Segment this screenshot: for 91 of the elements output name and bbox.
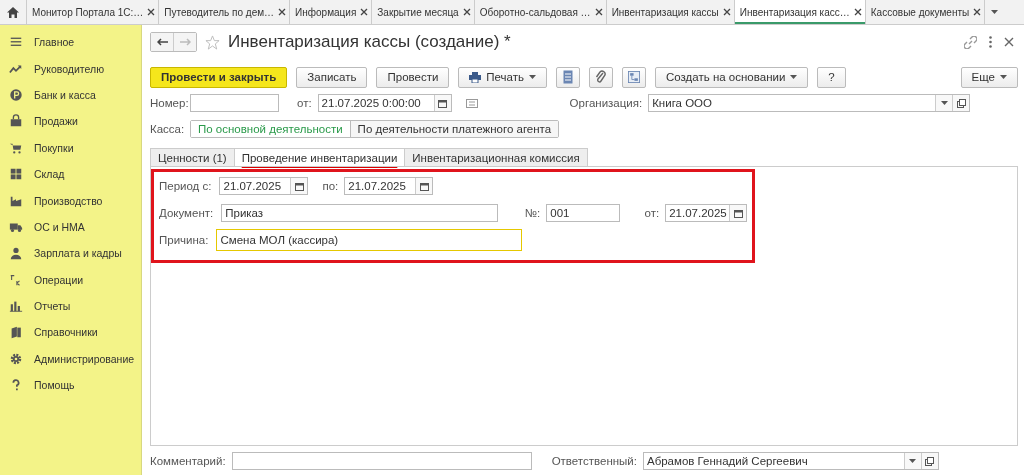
sidebar-item[interactable]: Склад: [0, 160, 141, 188]
print-button[interactable]: Печать: [458, 66, 548, 88]
input-field[interactable]: [190, 94, 279, 112]
field-label: по:: [322, 180, 339, 192]
back-arrow-icon: [156, 38, 168, 46]
close-icon[interactable]: [360, 8, 369, 16]
icon-button[interactable]: [622, 66, 647, 88]
paperclip-icon: [595, 70, 608, 84]
close-icon[interactable]: [147, 8, 156, 16]
sidebar-item[interactable]: Руководителю: [0, 55, 141, 82]
printer-icon: [469, 71, 482, 83]
sidebar-item[interactable]: Отчеты: [0, 292, 141, 320]
document-icon[interactable]: [465, 98, 478, 108]
field-label: от:: [297, 97, 312, 109]
icon-button[interactable]: [589, 66, 614, 88]
field-label: Причина:: [159, 234, 210, 246]
form-tab[interactable]: Проведение инвентаризации: [233, 148, 406, 166]
field-label: Касса:: [150, 123, 184, 135]
date-field[interactable]: 21.07.2025: [219, 177, 309, 195]
sidebar-item[interactable]: Покупки: [0, 134, 141, 161]
date-field[interactable]: 21.07.2025 0:00:00: [317, 94, 452, 112]
responsible-field[interactable]: Абрамов Геннадий Сергеевич: [642, 452, 939, 470]
books-icon: [9, 325, 23, 340]
input-field[interactable]: Смена МОЛ (кассира): [216, 229, 523, 251]
toolbar-button[interactable]: Записать: [296, 66, 368, 88]
caret-icon: [909, 459, 917, 463]
calendar-icon: [733, 208, 743, 218]
sidebar-item[interactable]: Продажи: [0, 108, 141, 135]
form-tab[interactable]: Инвентаризационная комиссия: [404, 148, 588, 166]
bars-icon: [9, 299, 23, 314]
open-icon: [925, 456, 935, 466]
sidebar-item[interactable]: ОС и НМА: [0, 213, 141, 241]
sidebar-item[interactable]: Банк и касса: [0, 81, 141, 109]
caret-icon: [1000, 75, 1007, 79]
more-button[interactable]: Еще: [960, 66, 1018, 88]
close-icon[interactable]: [462, 8, 471, 16]
home-icon[interactable]: [7, 6, 19, 18]
field-label: Ответственный:: [551, 455, 637, 467]
sidebar-item[interactable]: Справочники: [0, 319, 141, 346]
document-icon: [563, 70, 574, 84]
close-icon[interactable]: [853, 8, 862, 16]
close-icon[interactable]: [278, 8, 287, 16]
cashbox-option[interactable]: По деятельности платежного агента: [349, 121, 559, 137]
form-title: Инвентаризация кассы (создание) *: [228, 32, 512, 52]
grid-icon: [9, 167, 23, 182]
input-field[interactable]: [231, 452, 532, 470]
input-field[interactable]: Приказ: [221, 204, 499, 222]
input-field[interactable]: 001: [546, 204, 620, 222]
gear-icon: [9, 351, 23, 366]
more-icon[interactable]: [989, 36, 992, 48]
close-icon[interactable]: [722, 8, 731, 16]
close-icon[interactable]: [594, 8, 603, 16]
sidebar-item[interactable]: Производство: [0, 187, 141, 214]
link-icon[interactable]: [964, 35, 977, 49]
open-icon: [956, 98, 966, 108]
coin-icon: [9, 87, 23, 102]
structure-icon: [628, 70, 641, 84]
sidebar-item[interactable]: Операции: [0, 266, 141, 293]
post-close-button[interactable]: Провести и закрыть: [150, 66, 288, 88]
toolbar-button[interactable]: ?: [817, 66, 846, 88]
close-icon[interactable]: [973, 8, 982, 16]
sidebar-item[interactable]: Администрирование: [0, 345, 141, 373]
date-field[interactable]: 21.07.2025: [344, 177, 434, 195]
icon-button[interactable]: [556, 66, 581, 88]
toolbar-button[interactable]: Провести: [376, 66, 450, 88]
field-label: от:: [644, 207, 660, 219]
person-icon: [9, 246, 23, 261]
calendar-icon: [295, 181, 304, 191]
close-icon[interactable]: [1004, 37, 1014, 47]
field-label: Документ:: [159, 207, 215, 219]
caret-icon: [529, 75, 537, 79]
field-label: Период с:: [159, 180, 213, 192]
sidebar-item[interactable]: Зарплата и кадры: [0, 240, 141, 267]
organization-field[interactable]: Книга ООО: [648, 94, 971, 112]
back-button[interactable]: [151, 33, 173, 51]
star-icon[interactable]: [205, 34, 220, 50]
caret-icon: [790, 75, 798, 79]
calendar-icon: [419, 181, 429, 191]
caret-icon: [940, 101, 948, 105]
field-label: Организация:: [569, 97, 643, 109]
sidebar-item[interactable]: Помощь: [0, 372, 141, 399]
form-tab[interactable]: Ценности (1): [150, 148, 235, 166]
calendar-icon: [438, 98, 448, 108]
sidebar-item[interactable]: Главное: [0, 29, 141, 56]
window-tab[interactable]: Инвентаризация касс…: [734, 0, 866, 24]
date-field[interactable]: 21.07.2025: [665, 204, 747, 222]
field-label: Комментарий:: [150, 455, 226, 467]
dropdown-button[interactable]: Создать на основании: [655, 66, 809, 88]
field-label: №:: [524, 207, 541, 219]
caret-icon: [990, 10, 998, 14]
forward-arrow-icon: [179, 38, 191, 46]
